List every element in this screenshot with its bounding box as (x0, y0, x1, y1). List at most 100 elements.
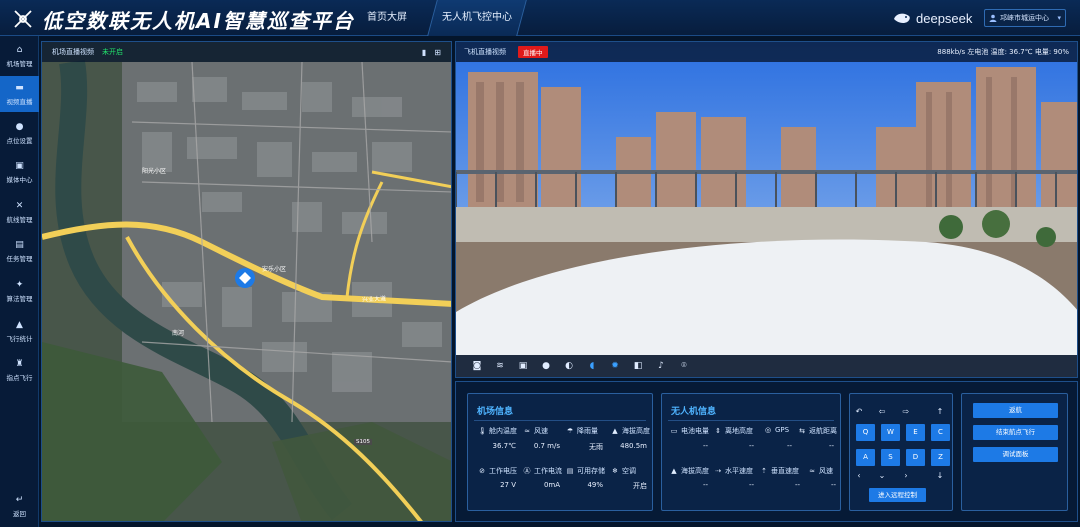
sidebar-item-label: 指点飞行 (6, 373, 33, 382)
sidebar-item-point-flight[interactable]: ♜ 指点飞行 (0, 352, 39, 388)
battery-icon: ▭ (670, 427, 678, 435)
wind-speed-label: ≈ 风速 (524, 427, 548, 435)
rotate-left-icon[interactable]: ↶ (853, 407, 865, 416)
location-pin-icon: ● (15, 121, 24, 132)
key-c-button[interactable]: C (931, 424, 950, 441)
sidebar-item-points[interactable]: ● 点位设置 (0, 115, 39, 151)
whale-icon (894, 13, 910, 23)
drone-wind-label: ≈ 风速 (809, 467, 833, 475)
gps-value: -- (786, 442, 792, 450)
down-arrow-icon[interactable]: ↓ (934, 471, 946, 480)
voltage-value: 27 V (500, 481, 516, 489)
sidebar-item-algorithms[interactable]: ✦ 算法管理 (0, 273, 39, 309)
key-e-button[interactable]: E (906, 424, 925, 441)
horizontal-speed-icon: ⇢ (715, 467, 721, 475)
back-button[interactable]: ↵ 返回 (0, 488, 39, 524)
key-w-button[interactable]: W (881, 424, 900, 441)
wind-icon: ≈ (809, 467, 815, 475)
satellite-map (42, 42, 451, 521)
sidebar-item-flight-stats[interactable]: ▲ 飞行统计 (0, 313, 39, 349)
storage-label: ▤ 可用存储 (566, 467, 605, 475)
return-icon: ⇆ (799, 427, 805, 435)
reply-icon[interactable]: ⇦ (876, 407, 888, 416)
current-value: 0mA (543, 481, 560, 489)
camera-icon[interactable]: ◙ (472, 361, 482, 371)
user-icon (989, 14, 997, 22)
airport-live-map[interactable]: 机场直播视频 未开启 ▮ ⊞ 安乐小区 阳光小区 兴业大道 南河 S105 (41, 41, 452, 522)
video-toolbar: ◙ ≋ ▣ ● ◐ ◖ ✹ ◧ ♪ ⌾ (456, 355, 1077, 377)
sidebar-item-label: 视频直播 (6, 97, 33, 106)
return-distance-value: -- (828, 442, 834, 450)
mountain-icon: ▲ (612, 427, 618, 435)
microphone-icon[interactable]: ♪ (656, 361, 666, 371)
circle-icon[interactable]: ● (541, 361, 551, 371)
key-d-button[interactable]: D (906, 449, 925, 466)
sidebar-item-routes[interactable]: ✕ 航线管理 (0, 194, 39, 230)
actions-card: 返航 结束航点飞行 调试面板 (961, 393, 1068, 511)
point-flight-icon: ♜ (15, 358, 24, 369)
sidebar-item-airport[interactable]: ⌂ 机场管理 (0, 38, 39, 74)
horizontal-speed-value: -- (748, 481, 754, 489)
sidebar-item-label: 航线管理 (6, 215, 33, 224)
sidebar: ⌂ 机场管理 ▬ 视频直播 ● 点位设置 ▣ 媒体中心 ✕ 航线管理 ▤ 任务管… (0, 36, 39, 527)
split-view-icon[interactable]: ◧ (633, 361, 643, 371)
down-chevron-icon[interactable]: ⌄ (876, 471, 888, 480)
map-label: S105 (354, 439, 372, 445)
drone-live-video[interactable]: 飞机直播视频 直播中 888kb/s 左电池 温度: 36.7℃ 电量: 90% (455, 41, 1078, 378)
user-name: 邛崃市城运中心 (1000, 14, 1049, 22)
sun-icon[interactable]: ✹ (610, 361, 620, 371)
airport-info-card: 机场信息 🌡 舱内温度 ≈ 风速 ☂ 降雨量 ▲ 海拔高度 36.7℃ 0.7 m/s … (467, 393, 653, 511)
enter-remote-control-button[interactable]: 进入远程控制 (869, 488, 926, 502)
divider (474, 420, 646, 421)
vertical-speed-label: ⇡ 垂直速度 (761, 467, 799, 475)
end-waypoint-flight-button[interactable]: 结束航点飞行 (973, 425, 1058, 440)
live-badge: 直播中 (518, 46, 548, 58)
video-panel-header: 飞机直播视频 直播中 888kb/s 左电池 温度: 36.7℃ 电量: 90% (456, 42, 1077, 62)
infrared-icon[interactable]: ◖ (587, 361, 597, 371)
sidebar-item-label: 媒体中心 (6, 175, 33, 184)
forward-icon[interactable]: ⇨ (900, 407, 912, 416)
rainfall-label: ☂ 降雨量 (566, 427, 598, 435)
left-chevron-icon[interactable]: ‹ (853, 471, 865, 480)
key-q-button[interactable]: Q (856, 424, 875, 441)
battery-label: ▭ 电池电量 (670, 427, 709, 435)
altitude-value: 480.5m (620, 442, 647, 450)
right-chevron-icon[interactable]: › (900, 471, 912, 480)
user-menu[interactable]: 邛崃市城运中心 ▾ (984, 9, 1066, 27)
key-s-button[interactable]: S (881, 449, 900, 466)
gimbal-icon[interactable]: ⌾ (679, 361, 689, 371)
debug-panel-button[interactable]: 调试面板 (973, 447, 1058, 462)
media-icon: ▣ (15, 160, 24, 171)
algorithm-icon: ✦ (15, 279, 24, 290)
tab-flight-control-label: 无人机飞控中心 (442, 12, 512, 23)
key-a-button[interactable]: A (856, 449, 875, 466)
layers-icon[interactable]: ≋ (495, 361, 505, 371)
sidebar-item-media[interactable]: ▣ 媒体中心 (0, 154, 39, 190)
sidebar-item-tasks[interactable]: ▤ 任务管理 (0, 233, 39, 269)
up-arrow-icon[interactable]: ↑ (934, 407, 946, 416)
drone-altitude-label: ▲ 海拔高度 (671, 467, 709, 475)
thermometer-icon: 🌡 (478, 427, 487, 435)
control-area: 机场信息 🌡 舱内温度 ≈ 风速 ☂ 降雨量 ▲ 海拔高度 36.7℃ 0.7 m/s … (455, 381, 1078, 522)
contrast-icon[interactable]: ◐ (564, 361, 574, 371)
route-icon: ✕ (15, 200, 24, 211)
airport-info-title: 机场信息 (477, 407, 514, 417)
vertical-speed-icon: ⇡ (761, 467, 767, 475)
tab-home-dashboard[interactable]: 首页大屏 (352, 0, 422, 36)
height-value: -- (748, 442, 754, 450)
photo-icon[interactable]: ▣ (518, 361, 528, 371)
tab-flight-control[interactable]: 无人机飞控中心 (427, 0, 527, 36)
wind-icon: ≈ (524, 427, 530, 435)
fullscreen-icon[interactable]: ⊞ (434, 48, 441, 57)
key-z-button[interactable]: Z (931, 449, 950, 466)
brand-logo: deepseek (892, 8, 972, 28)
flight-keypad: ↶ ⇦ ⇨ ↑ Q W E C A S D Z ‹ ⌄ › ↓ 进入远程控制 (849, 393, 953, 511)
drone-altitude-value: -- (702, 481, 708, 489)
storage-value: 49% (587, 481, 603, 489)
sidebar-item-video-live[interactable]: ▬ 视频直播 (0, 76, 39, 112)
lock-icon[interactable]: ▮ (422, 48, 426, 57)
return-home-button[interactable]: 返航 (973, 403, 1058, 418)
video-telemetry: 888kb/s 左电池 温度: 36.7℃ 电量: 90% (937, 48, 1069, 56)
sidebar-item-label: 算法管理 (6, 294, 33, 303)
stats-icon: ▲ (16, 319, 23, 330)
